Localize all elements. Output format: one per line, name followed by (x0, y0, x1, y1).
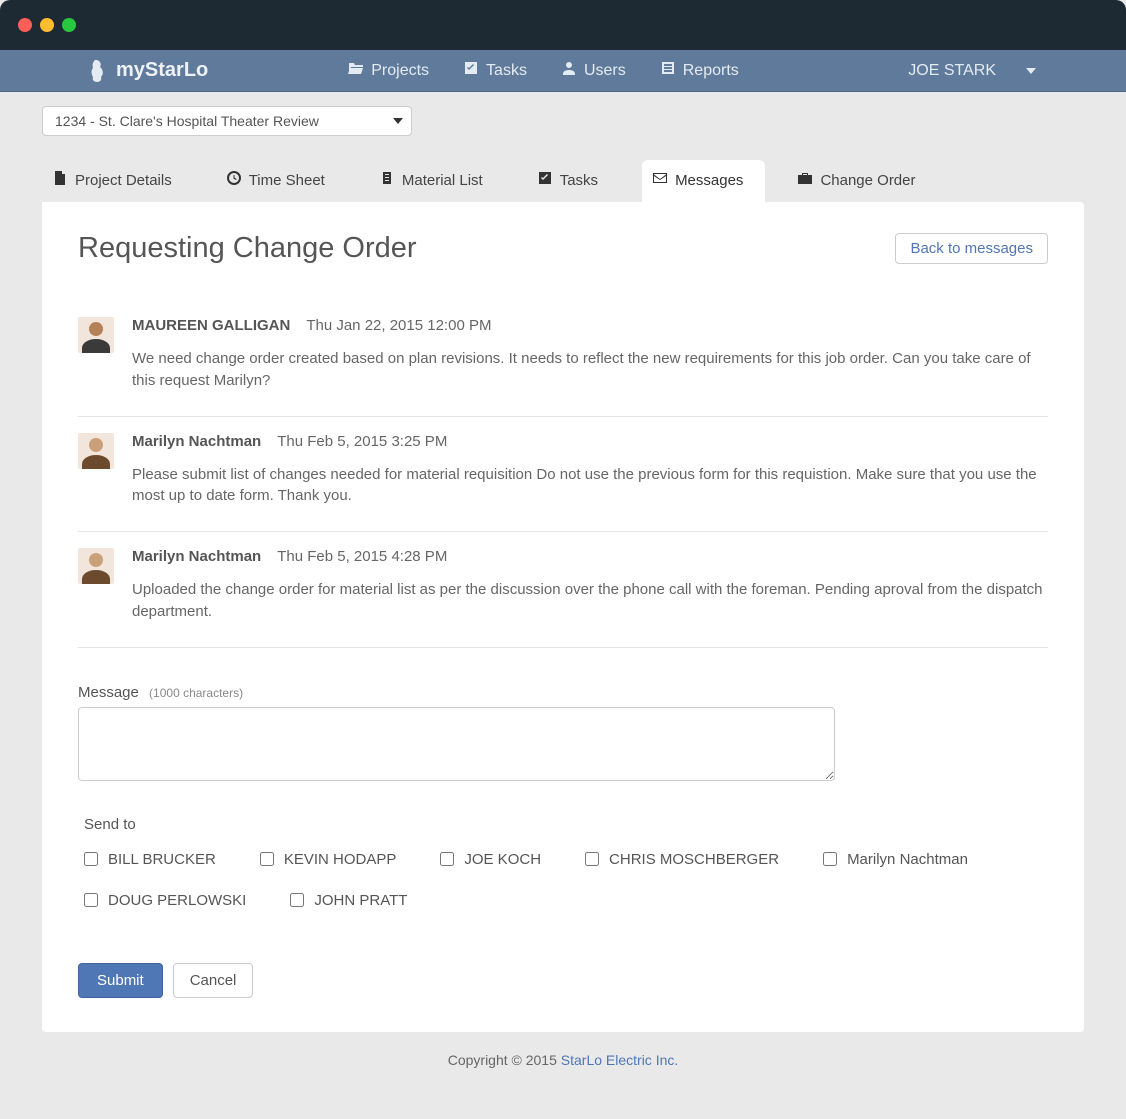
tab-change-order[interactable]: Change Order (787, 160, 937, 202)
recipient-checkbox[interactable] (823, 852, 837, 866)
chevron-down-icon (1026, 68, 1036, 74)
recipient-name: BILL BRUCKER (108, 851, 216, 868)
recipient-option[interactable]: DOUG PERLOWSKI (84, 892, 246, 909)
tab-material-list[interactable]: Material List (369, 160, 505, 202)
list-icon (660, 60, 676, 81)
message-author: MAUREEN GALLIGAN (132, 317, 290, 334)
recipient-option[interactable]: KEVIN HODAPP (260, 851, 397, 868)
message-text: We need change order created based on pl… (132, 348, 1048, 392)
message-author: Marilyn Nachtman (132, 548, 261, 565)
nav-tasks-label: Tasks (486, 62, 527, 80)
recipient-name: Marilyn Nachtman (847, 851, 968, 868)
check-square-icon (537, 170, 553, 190)
back-to-messages-button[interactable]: Back to messages (895, 233, 1048, 264)
tabs: Project Details Time Sheet Material List… (42, 160, 1084, 202)
briefcase-icon (797, 170, 813, 190)
avatar (78, 317, 114, 353)
message-text: Please submit list of changes needed for… (132, 464, 1048, 508)
message-timestamp: Thu Feb 5, 2015 4:28 PM (277, 548, 447, 565)
message-label-text: Message (78, 684, 139, 701)
tab-tasks[interactable]: Tasks (527, 160, 620, 202)
nav-projects-label: Projects (371, 62, 429, 80)
message-item: Marilyn Nachtman Thu Feb 5, 2015 4:28 PM… (78, 532, 1048, 648)
recipient-name: JOE KOCH (464, 851, 541, 868)
navbar: myStarLo Projects Tasks Users Reports JO… (0, 50, 1126, 92)
recipient-option[interactable]: CHRIS MOSCHBERGER (585, 851, 779, 868)
user-icon (561, 60, 577, 81)
nav-projects[interactable]: Projects (348, 60, 429, 81)
footer: Copyright © 2015 StarLo Electric Inc. (0, 1032, 1126, 1098)
recipient-checkbox[interactable] (84, 893, 98, 907)
check-square-icon (463, 60, 479, 81)
brand-logo-icon (90, 59, 106, 83)
nav-tasks[interactable]: Tasks (463, 60, 527, 81)
clock-icon (226, 170, 242, 190)
message-timestamp: Thu Feb 5, 2015 3:25 PM (277, 433, 447, 450)
messages-panel: Requesting Change Order Back to messages… (42, 202, 1084, 1032)
tab-project-details[interactable]: Project Details (42, 160, 194, 202)
footer-link[interactable]: StarLo Electric Inc. (561, 1052, 679, 1068)
submit-button[interactable]: Submit (78, 963, 163, 998)
recipient-checkbox[interactable] (84, 852, 98, 866)
tab-label: Change Order (820, 172, 915, 189)
nav-reports[interactable]: Reports (660, 60, 739, 81)
tab-messages[interactable]: Messages (642, 160, 765, 202)
recipient-name: CHRIS MOSCHBERGER (609, 851, 779, 868)
project-select[interactable]: 1234 - St. Clare's Hospital Theater Revi… (42, 106, 412, 136)
tab-label: Time Sheet (249, 172, 325, 189)
envelope-icon (652, 170, 668, 190)
sendto-section: Send to BILL BRUCKER KEVIN HODAPP JOE KO… (78, 816, 1048, 909)
chevron-down-icon (393, 118, 403, 124)
recipient-checkbox[interactable] (290, 893, 304, 907)
tab-label: Project Details (75, 172, 172, 189)
project-select-label: 1234 - St. Clare's Hospital Theater Revi… (55, 113, 319, 129)
cancel-button[interactable]: Cancel (173, 963, 254, 998)
tab-time-sheet[interactable]: Time Sheet (216, 160, 347, 202)
tab-label: Tasks (560, 172, 598, 189)
message-hint: (1000 characters) (149, 686, 243, 700)
compose-area: Message (1000 characters) Send to BILL B… (78, 684, 1048, 998)
nav-reports-label: Reports (683, 62, 739, 80)
window-zoom-button[interactable] (62, 18, 76, 32)
message-textarea[interactable] (78, 707, 835, 781)
message-text: Uploaded the change order for material l… (132, 579, 1048, 623)
footer-prefix: Copyright © 2015 (448, 1052, 561, 1068)
thread-title: Requesting Change Order (78, 232, 417, 265)
current-user-label: JOE STARK (908, 62, 996, 80)
sendto-label: Send to (84, 816, 1048, 833)
avatar (78, 548, 114, 584)
recipient-option[interactable]: JOHN PRATT (290, 892, 407, 909)
message-item: Marilyn Nachtman Thu Feb 5, 2015 3:25 PM… (78, 417, 1048, 533)
tab-label: Material List (402, 172, 483, 189)
recipient-option[interactable]: JOE KOCH (440, 851, 541, 868)
recipient-name: KEVIN HODAPP (284, 851, 397, 868)
recipient-checkbox[interactable] (585, 852, 599, 866)
message-field-label: Message (1000 characters) (78, 684, 1048, 701)
file-icon (52, 170, 68, 190)
window-close-button[interactable] (18, 18, 32, 32)
nav-users[interactable]: Users (561, 60, 626, 81)
brand[interactable]: myStarLo (90, 59, 208, 83)
recipient-checkbox[interactable] (260, 852, 274, 866)
window-minimize-button[interactable] (40, 18, 54, 32)
folder-open-icon (348, 60, 364, 81)
tab-label: Messages (675, 172, 743, 189)
recipient-option[interactable]: Marilyn Nachtman (823, 851, 968, 868)
window-titlebar (0, 0, 1126, 50)
recipient-name: JOHN PRATT (314, 892, 407, 909)
user-menu[interactable]: JOE STARK (908, 62, 1036, 80)
recipient-checkbox[interactable] (440, 852, 454, 866)
message-timestamp: Thu Jan 22, 2015 12:00 PM (306, 317, 491, 334)
message-author: Marilyn Nachtman (132, 433, 261, 450)
recipient-name: DOUG PERLOWSKI (108, 892, 246, 909)
avatar (78, 433, 114, 469)
recipient-option[interactable]: BILL BRUCKER (84, 851, 216, 868)
clipboard-icon (379, 170, 395, 190)
brand-text: myStarLo (116, 59, 208, 82)
message-item: MAUREEN GALLIGAN Thu Jan 22, 2015 12:00 … (78, 301, 1048, 417)
nav-users-label: Users (584, 62, 626, 80)
